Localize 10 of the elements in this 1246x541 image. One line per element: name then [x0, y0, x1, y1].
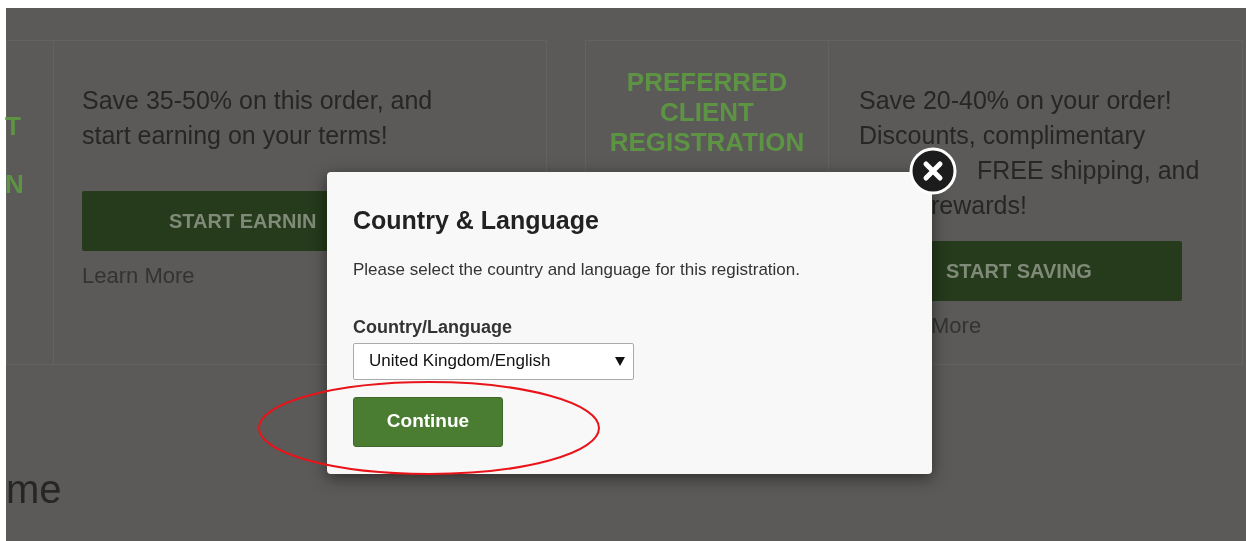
field-label: Country/Language [353, 315, 512, 339]
close-icon[interactable] [909, 147, 957, 195]
continue-button[interactable]: Continue [353, 396, 503, 447]
card-heading-line: CLIENT [659, 97, 755, 127]
dialog-description: Please select the country and language for this registration. [353, 259, 800, 281]
country-select[interactable]: United Kingdom/English [353, 342, 634, 380]
card-heading-line: PREFERRED [625, 67, 789, 97]
card-heading-line: REGISTRATION [608, 127, 806, 157]
dropdown-arrow-icon [615, 356, 625, 366]
card-heading-line: N [5, 168, 25, 201]
